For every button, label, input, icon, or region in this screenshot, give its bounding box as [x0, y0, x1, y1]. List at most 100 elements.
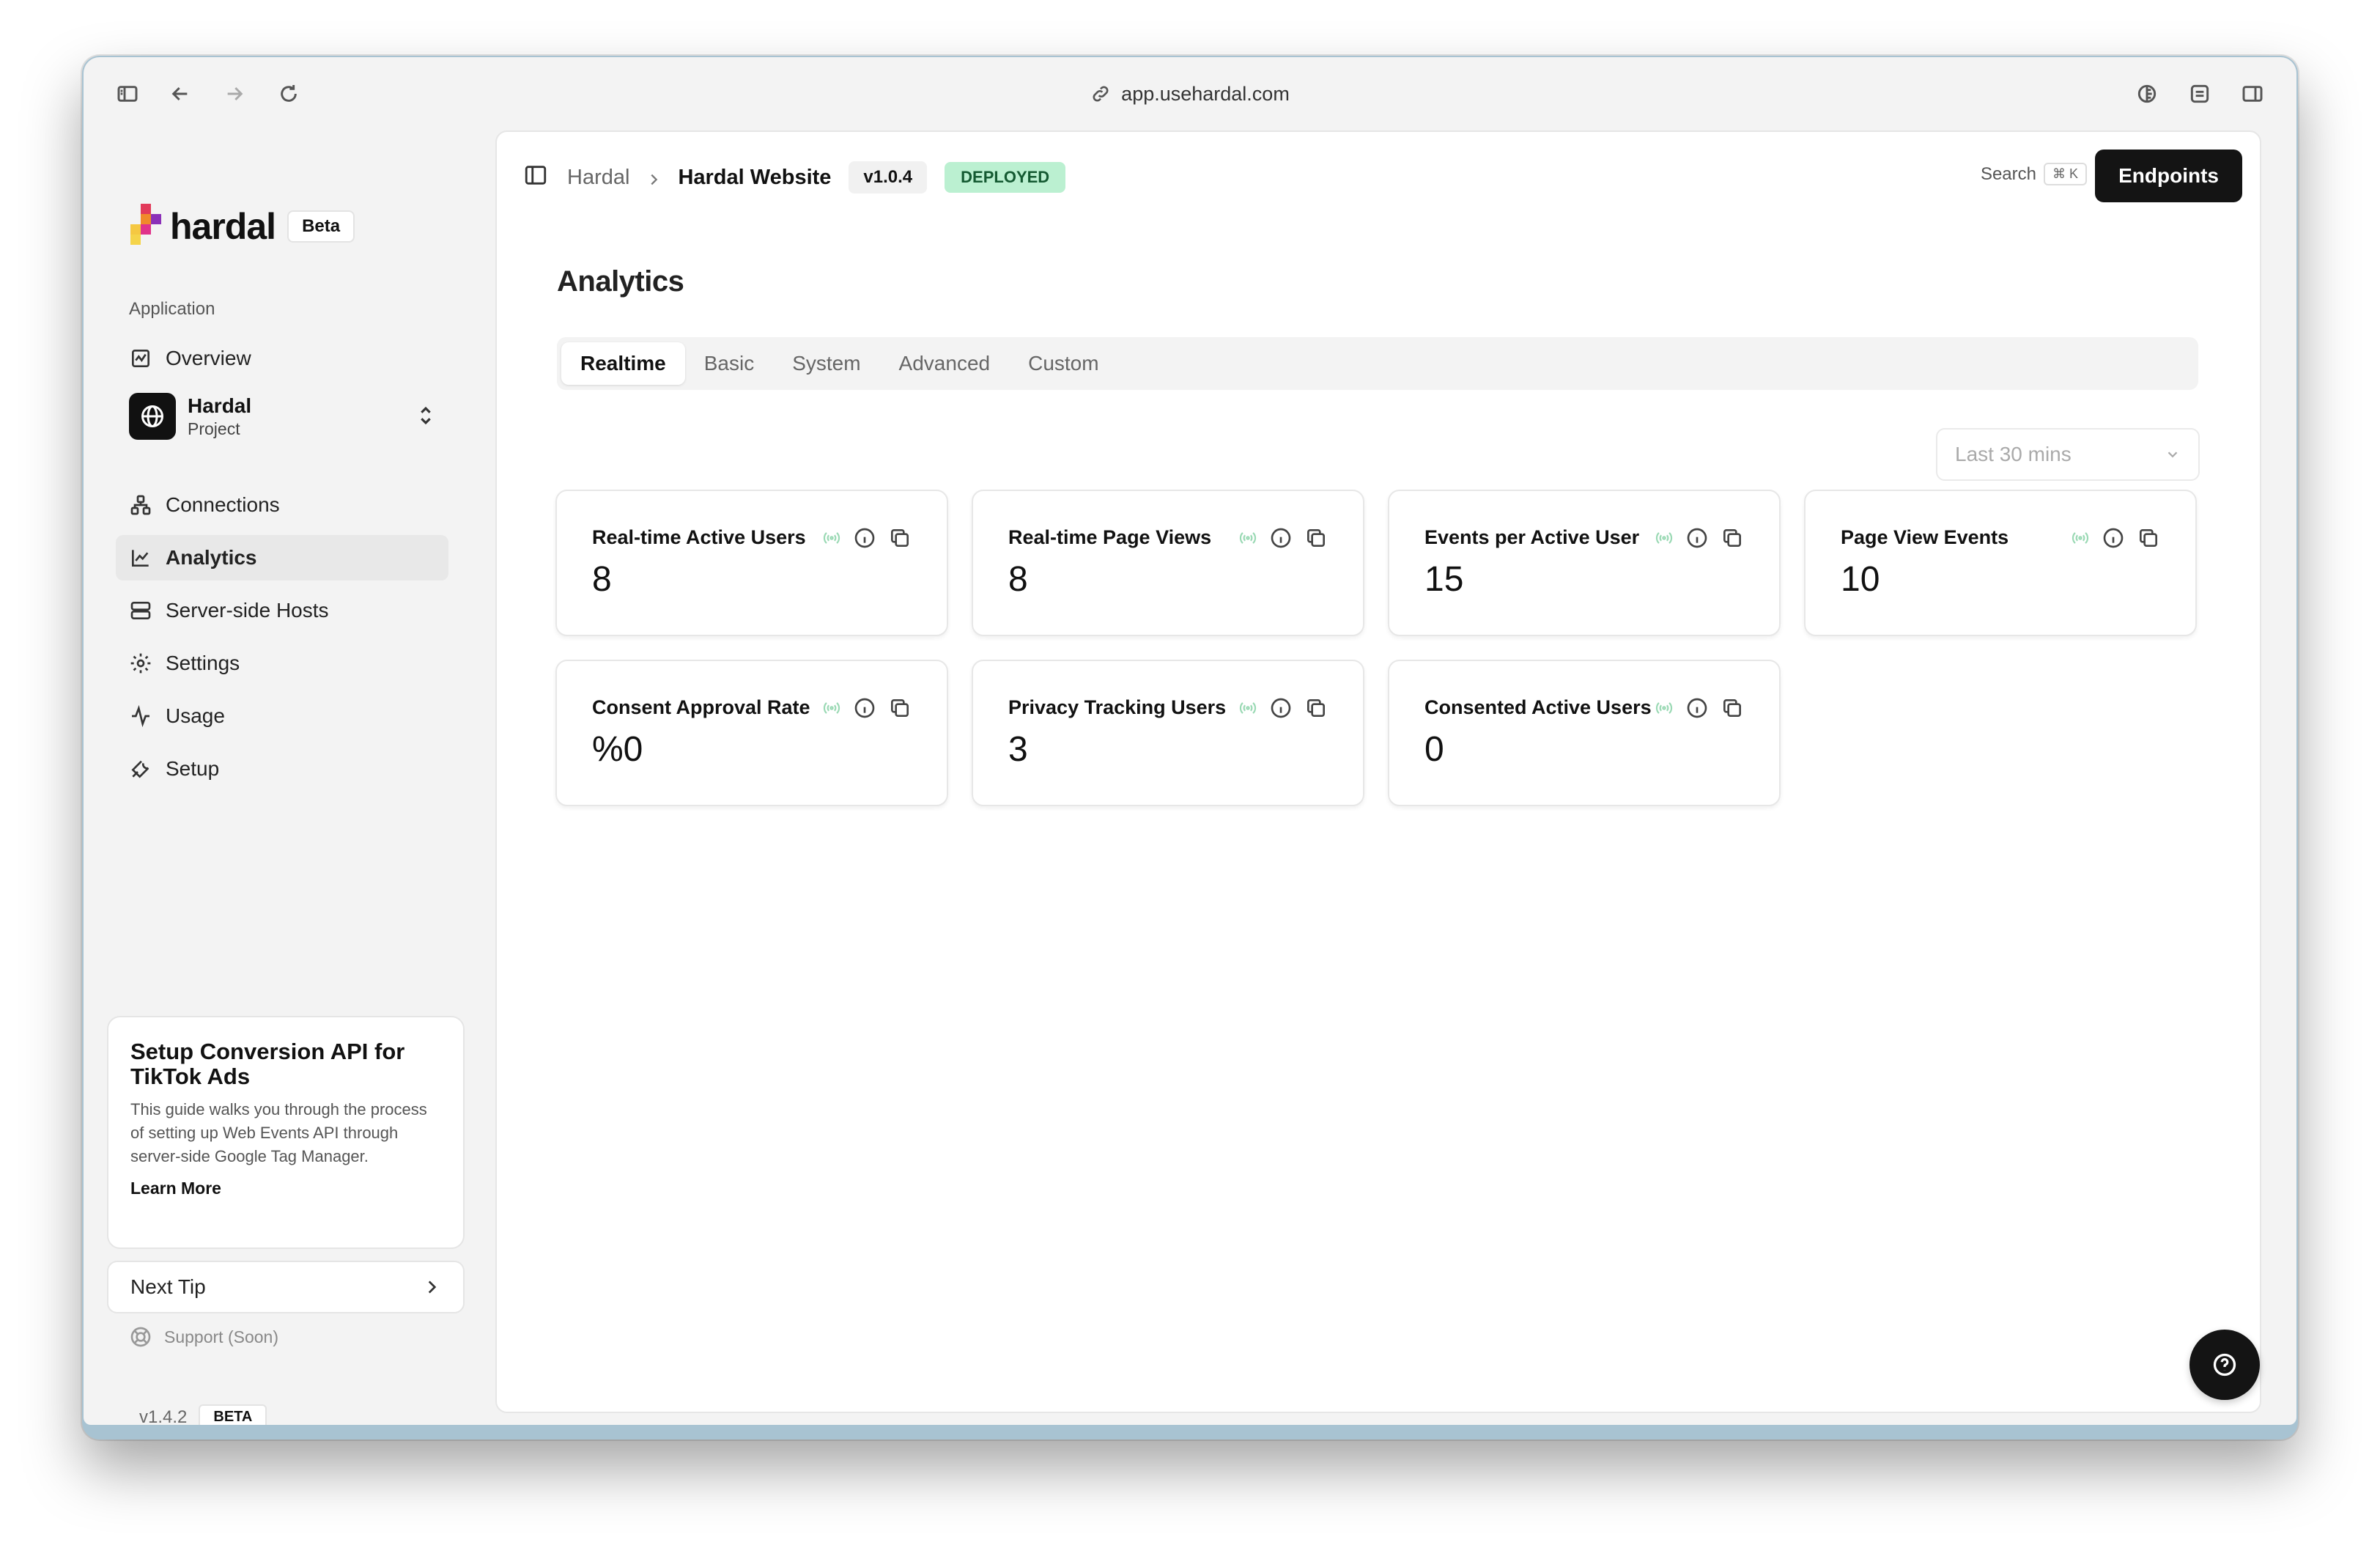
info-icon[interactable] — [853, 696, 876, 723]
live-signal-icon — [822, 699, 841, 721]
learn-more-link[interactable]: Learn More — [130, 1179, 441, 1198]
chevron-right-icon — [428, 1280, 437, 1294]
breadcrumb-root[interactable]: Hardal — [567, 166, 629, 190]
next-tip-button[interactable]: Next Tip — [107, 1261, 465, 1313]
tab-custom[interactable]: Custom — [1009, 342, 1117, 385]
copy-icon[interactable] — [1304, 696, 1328, 723]
support-link[interactable]: Support (Soon) — [129, 1325, 278, 1349]
sidebar-item-server-side-hosts[interactable]: Server-side Hosts — [116, 588, 448, 633]
sidebar-item-overview[interactable]: Overview — [116, 336, 448, 381]
app-sidebar: hardal Beta Application Overview Hardal … — [84, 130, 494, 1425]
sidebar-item-label: Settings — [166, 652, 240, 674]
link-icon — [1093, 86, 1109, 102]
chevron-up-down-icon — [413, 403, 438, 428]
dashboard-icon — [132, 350, 149, 367]
question-icon — [2213, 1353, 2236, 1376]
tip-card: Setup Conversion API for TikTok Ads This… — [107, 1016, 465, 1249]
breadcrumb: Hardal Hardal Website v1.0.4 DEPLOYED — [567, 161, 1066, 194]
chart-line-icon — [132, 550, 149, 567]
project-avatar — [129, 393, 176, 440]
browser-content: app.usehardal.com hardal Beta Applicatio… — [84, 57, 2296, 1425]
url-text: app.usehardal.com — [1121, 82, 1290, 105]
metric-card-consent-approval-rate: Consent Approval Rate %0 — [555, 660, 948, 806]
server-icon — [130, 602, 151, 619]
metric-value: %0 — [592, 730, 643, 769]
live-signal-icon — [1238, 699, 1257, 721]
endpoints-button[interactable]: Endpoints — [2095, 150, 2242, 202]
metric-card-realtime-page-views: Real-time Page Views 8 — [972, 490, 1364, 636]
split-view-icon[interactable] — [2238, 79, 2267, 108]
live-signal-icon — [1655, 528, 1674, 551]
metric-value: 15 — [1424, 560, 1464, 599]
gear-icon — [130, 653, 151, 674]
metric-label: Events per Active User — [1424, 526, 1640, 548]
metric-label: Consent Approval Rate — [592, 696, 810, 718]
tab-system[interactable]: System — [773, 342, 879, 385]
time-range-value: Last 30 mins — [1955, 443, 2072, 465]
connections-icon — [130, 495, 151, 515]
sidebar-item-label: Connections — [166, 493, 280, 516]
address-bar[interactable]: app.usehardal.com — [84, 79, 2296, 108]
metric-label: Page View Events — [1841, 526, 2009, 548]
sidebar-item-settings[interactable]: Settings — [116, 641, 448, 686]
help-button[interactable] — [2189, 1330, 2260, 1400]
chevron-right-icon — [646, 169, 662, 185]
app-version-tag: BETA — [199, 1404, 267, 1425]
sidebar-item-usage[interactable]: Usage — [116, 693, 448, 739]
metric-value: 10 — [1841, 560, 1880, 599]
sidebar-item-label: Usage — [166, 704, 225, 727]
copy-icon[interactable] — [888, 526, 912, 553]
copy-icon[interactable] — [1721, 696, 1744, 723]
metric-card-page-view-events: Page View Events 10 — [1804, 490, 2197, 636]
search-button[interactable]: Search ⌘ K — [1981, 163, 2087, 185]
project-switcher[interactable]: Hardal Project — [129, 390, 448, 443]
metric-value: 0 — [1424, 730, 1444, 769]
metric-card-events-per-active-user: Events per Active User 15 — [1388, 490, 1781, 636]
live-signal-icon — [1238, 528, 1257, 551]
metric-label: Privacy Tracking Users — [1008, 696, 1227, 718]
metric-value: 8 — [1008, 560, 1028, 599]
info-icon[interactable] — [1269, 526, 1293, 553]
copy-icon[interactable] — [1304, 526, 1328, 553]
tab-basic[interactable]: Basic — [685, 342, 773, 385]
brand-logo[interactable]: hardal Beta — [129, 204, 355, 249]
section-label-application: Application — [129, 299, 215, 319]
info-icon[interactable] — [2102, 526, 2125, 553]
lifebuoy-icon — [130, 1327, 151, 1347]
metric-label: Consented Active Users — [1424, 696, 1652, 718]
time-range-select[interactable]: Last 30 mins — [1936, 428, 2200, 481]
metric-card-privacy-tracking-users: Privacy Tracking Users 3 — [972, 660, 1364, 806]
info-icon[interactable] — [1685, 526, 1709, 553]
breadcrumb-current: Hardal Website — [678, 165, 832, 189]
privacy-shield-icon[interactable] — [2132, 79, 2162, 108]
copy-icon[interactable] — [2137, 526, 2160, 553]
sidebar-item-label: Analytics — [166, 546, 257, 569]
main-panel: Hardal Hardal Website v1.0.4 DEPLOYED Se… — [495, 130, 2261, 1413]
info-icon[interactable] — [1685, 696, 1709, 723]
metric-value: 8 — [592, 560, 612, 599]
app-version: v1.4.2 BETA — [139, 1404, 267, 1425]
info-icon[interactable] — [853, 526, 876, 553]
tab-advanced[interactable]: Advanced — [880, 342, 1010, 385]
sidebar-item-connections[interactable]: Connections — [116, 482, 448, 528]
copy-icon[interactable] — [888, 696, 912, 723]
analytics-tabs: Realtime Basic System Advanced Custom — [557, 337, 2198, 390]
tip-title: Setup Conversion API for TikTok Ads — [130, 1039, 405, 1089]
metric-card-consented-active-users: Consented Active Users 0 — [1388, 660, 1781, 806]
metric-label: Real-time Page Views — [1008, 526, 1212, 548]
page-header: Hardal Hardal Website v1.0.4 DEPLOYED Se… — [497, 132, 2260, 220]
sidebar-item-analytics[interactable]: Analytics — [116, 535, 448, 580]
sidebar-item-setup[interactable]: Setup — [116, 746, 448, 792]
copy-icon[interactable] — [1721, 526, 1744, 553]
panel-toggle-icon[interactable] — [523, 163, 548, 188]
brand-name: hardal — [170, 206, 276, 247]
app-version-number: v1.4.2 — [139, 1407, 188, 1426]
hardal-logo-icon — [129, 204, 164, 249]
info-icon[interactable] — [1269, 696, 1293, 723]
version-badge: v1.0.4 — [849, 161, 928, 194]
extensions-icon[interactable] — [2185, 79, 2214, 108]
sidebar-item-label: Server-side Hosts — [166, 599, 329, 622]
metric-value: 3 — [1008, 730, 1028, 769]
tab-realtime[interactable]: Realtime — [561, 342, 685, 385]
metric-label: Real-time Active Users — [592, 526, 806, 548]
